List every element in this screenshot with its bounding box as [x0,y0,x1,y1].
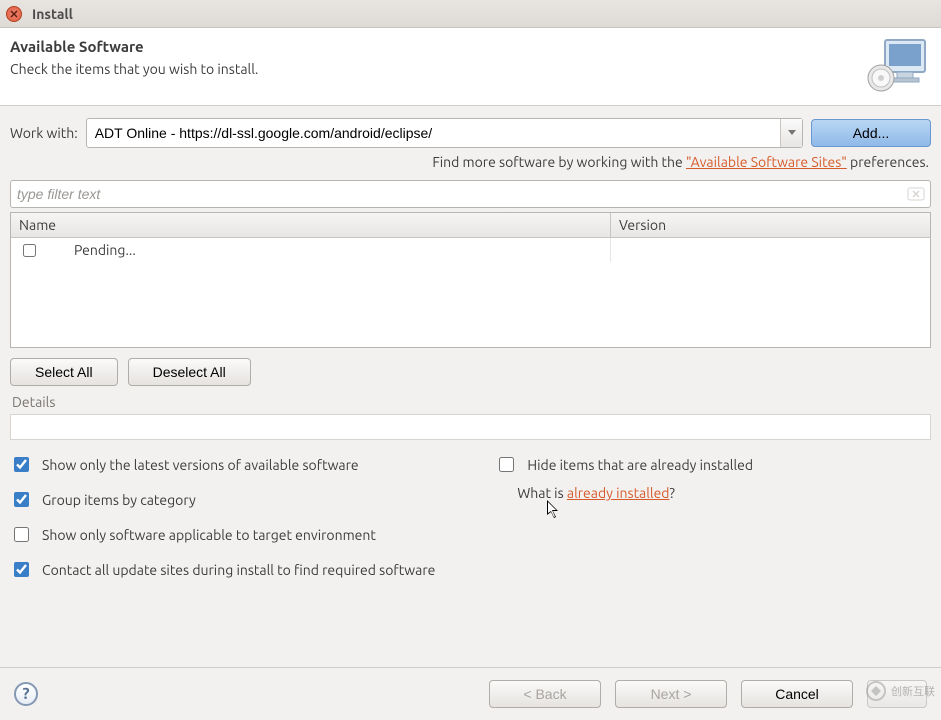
help-button[interactable]: ? [14,682,38,706]
opt-hide[interactable]: Hide items that are already installed [495,454,753,475]
window-title: Install [32,6,73,22]
software-table: Name Version Pending... [10,212,931,348]
workwith-label: Work with: [10,125,78,141]
back-button: < Back [489,680,601,708]
details-label: Details [12,394,931,410]
workwith-combo[interactable] [86,118,803,148]
deselect-all-button[interactable]: Deselect All [128,358,251,386]
page-title: Available Software [10,38,258,55]
cancel-button[interactable]: Cancel [741,680,853,708]
workwith-hint: Find more software by working with the "… [10,154,929,170]
table-header: Name Version [11,213,930,238]
workwith-input[interactable] [87,119,780,147]
opt-contact-checkbox[interactable] [14,562,29,577]
add-button[interactable]: Add... [811,119,931,147]
opt-target-checkbox[interactable] [14,527,29,542]
row-label: Pending... [74,242,136,258]
wizard-footer: ? < Back Next > Cancel [0,667,941,720]
column-name[interactable]: Name [11,213,611,237]
finish-button [867,680,927,708]
select-all-button[interactable]: Select All [10,358,118,386]
opt-group[interactable]: Group items by category [10,489,196,510]
install-icon [867,38,927,93]
wizard-header: Available Software Check the items that … [0,28,941,106]
table-row[interactable]: Pending... [11,238,611,262]
clear-filter-icon[interactable] [906,186,926,202]
row-checkbox[interactable] [23,244,36,257]
opt-latest-checkbox[interactable] [14,457,29,472]
opt-contact[interactable]: Contact all update sites during install … [10,559,435,580]
titlebar: Install [0,0,941,28]
chevron-down-icon [788,130,796,136]
filter-input[interactable] [15,185,906,203]
next-button: Next > [615,680,727,708]
already-installed-link[interactable]: already installed [567,485,670,501]
page-subtitle: Check the items that you wish to install… [10,61,258,77]
close-window-button[interactable] [6,6,22,22]
opt-latest[interactable]: Show only the latest versions of availab… [10,454,359,475]
workwith-dropdown-button[interactable] [780,119,802,147]
opt-hide-checkbox[interactable] [499,457,514,472]
opt-target[interactable]: Show only software applicable to target … [10,524,376,545]
opt-group-checkbox[interactable] [14,492,29,507]
details-box [10,414,931,440]
available-sites-link[interactable]: "Available Software Sites" [686,154,847,170]
filter-box[interactable] [10,180,931,208]
column-version[interactable]: Version [611,213,930,237]
whatis-text: What is already installed? [517,485,675,501]
